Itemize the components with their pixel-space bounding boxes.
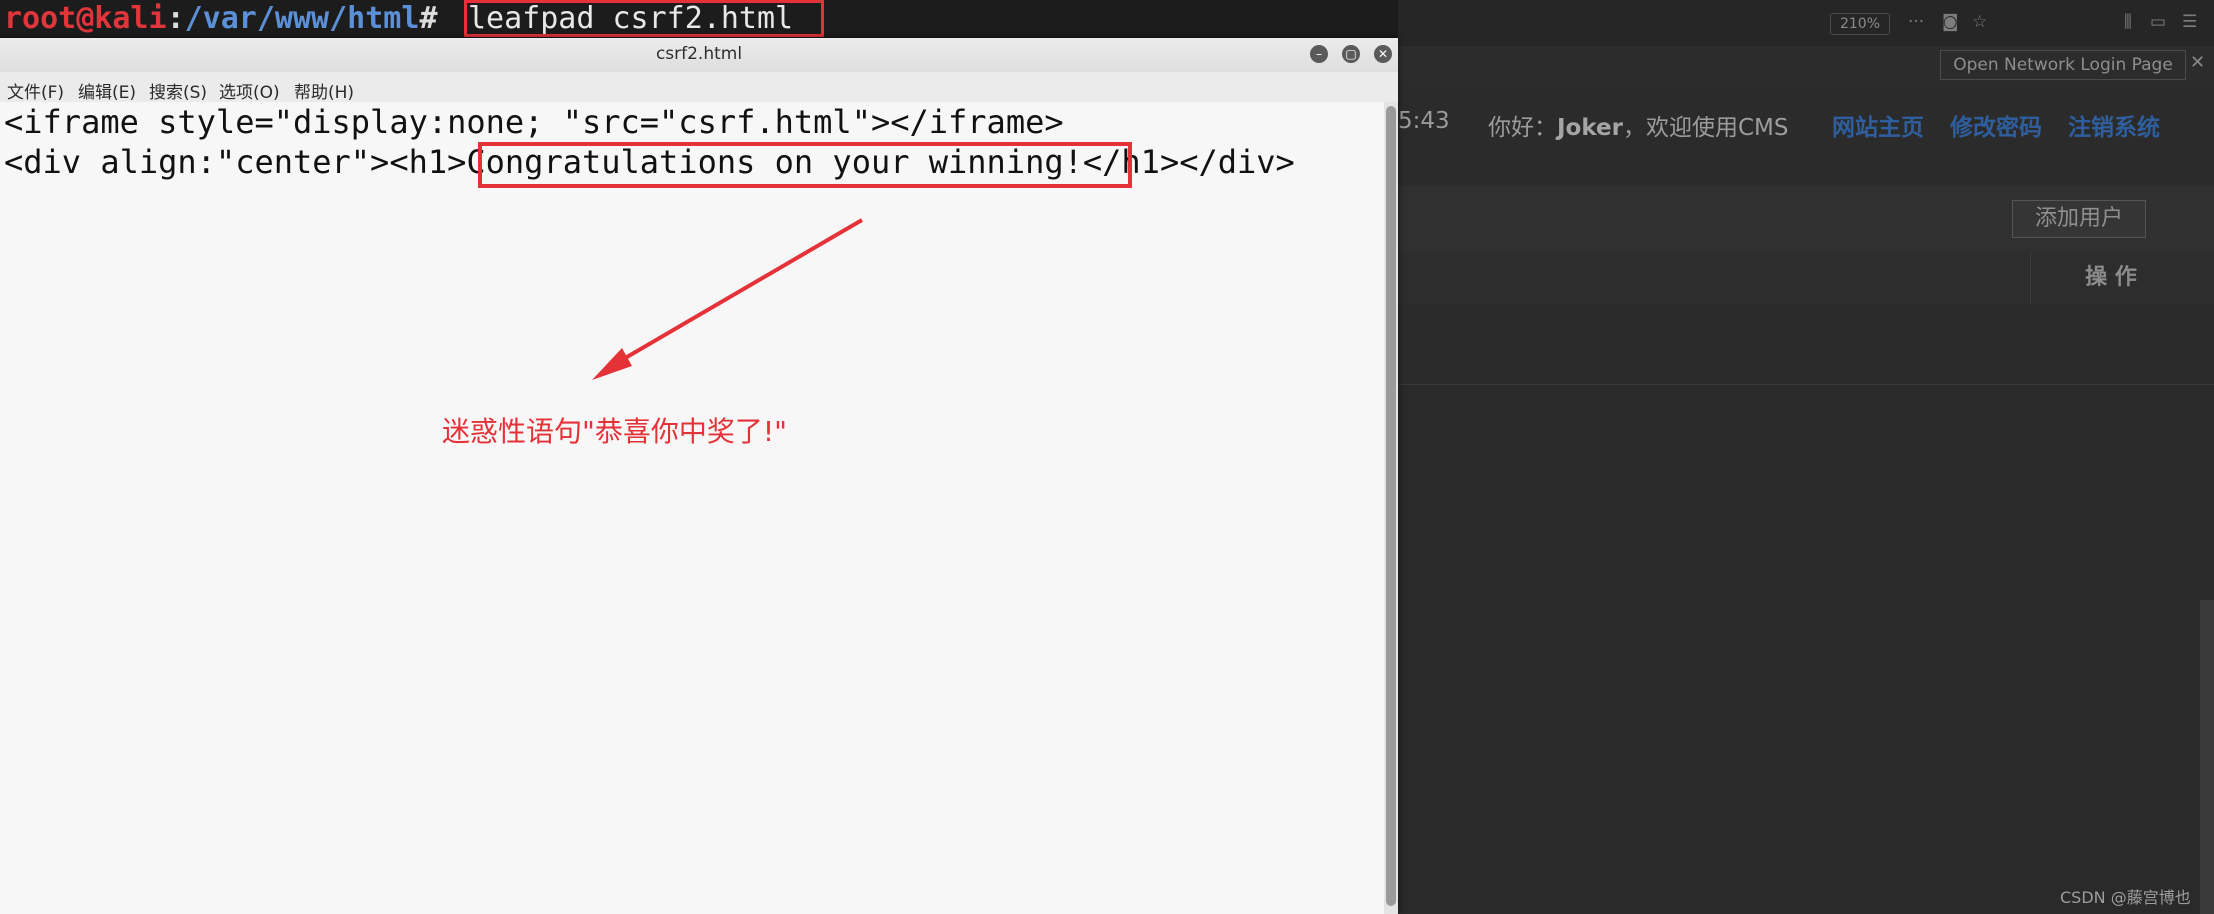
code-line-1: <iframe style="display:none; "src="csrf.… (4, 103, 1064, 141)
prompt-user: root@kali (4, 1, 167, 36)
prompt-hash: # (419, 1, 438, 36)
prompt-path: /var/www/html (184, 1, 420, 36)
add-user-button[interactable]: 添加用户 (2012, 200, 2146, 238)
browser-toolbar (1398, 0, 2214, 47)
browser-scrollbar[interactable] (2200, 600, 2214, 914)
menu-options[interactable]: 选项(O) (219, 78, 280, 103)
code-line-2: <div align:"center"><h1>Congratulations … (4, 142, 1295, 182)
greeting-suffix: ，欢迎使用CMS (1622, 115, 1789, 141)
column-header-operations: 操 作 (2030, 252, 2191, 304)
greeting: 你好：Joker，欢迎使用CMS (1488, 108, 1789, 142)
menu-icon[interactable]: ☰ (2182, 12, 2197, 32)
zoom-indicator[interactable]: 210% (1830, 13, 1890, 35)
terminal: root@kali:/var/www/html# leafpad csrf2.h… (0, 0, 1398, 38)
code-line-2-highlight: Congratulations on your winning! (466, 143, 1083, 181)
bookmark-star-icon[interactable]: ☆ (1972, 12, 1987, 32)
editor-scrollbar-thumb[interactable] (1386, 106, 1396, 906)
code-line-2-suffix: </h1></div> (1082, 143, 1295, 181)
more-icon[interactable]: ··· (1908, 12, 1924, 32)
window-titlebar[interactable]: csrf2.html – ▢ ✕ (0, 38, 1398, 73)
menu-file[interactable]: 文件(F) (7, 78, 64, 103)
sidebar-icon[interactable]: ▭ (2150, 12, 2166, 32)
menubar (0, 72, 1398, 103)
menu-edit[interactable]: 编辑(E) (78, 78, 136, 103)
open-network-login-button[interactable]: Open Network Login Page (1940, 50, 2186, 80)
leafpad-window: csrf2.html – ▢ ✕ 文件(F) 编辑(E) 搜索(S) 选项(O)… (0, 38, 1398, 914)
prompt-colon: : (166, 1, 185, 36)
menu-help[interactable]: 帮助(H) (294, 78, 354, 103)
table-row (1398, 304, 2214, 385)
library-icon[interactable]: ⫼ (2124, 12, 2132, 32)
close-window-icon[interactable]: ✕ (1374, 45, 1392, 63)
text-editor[interactable]: <iframe style="display:none; "src="csrf.… (0, 102, 1384, 914)
menu-search[interactable]: 搜索(S) (149, 78, 207, 103)
command-highlight-box (464, 0, 824, 37)
terminal-prompt: root@kali:/var/www/html# (4, 2, 438, 36)
maximize-icon[interactable]: ▢ (1342, 45, 1360, 63)
code-line-2-prefix: <div align:"center"><h1> (4, 143, 467, 181)
close-icon[interactable]: ✕ (2190, 52, 2205, 73)
nav-home-link[interactable]: 网站主页 (1832, 108, 1924, 142)
minimize-icon[interactable]: – (1310, 45, 1328, 63)
username: Joker (1557, 115, 1623, 141)
nav-change-password-link[interactable]: 修改密码 (1950, 108, 2042, 142)
window-title: csrf2.html (655, 44, 743, 64)
pocket-icon[interactable]: ◙ (1942, 12, 1959, 32)
watermark: CSDN @藤宫博也 (2060, 888, 2191, 907)
nav-logout-link[interactable]: 注销系统 (2068, 108, 2160, 142)
clock-text: 5:43 (1398, 108, 1450, 134)
greeting-prefix: 你好： (1488, 115, 1557, 141)
